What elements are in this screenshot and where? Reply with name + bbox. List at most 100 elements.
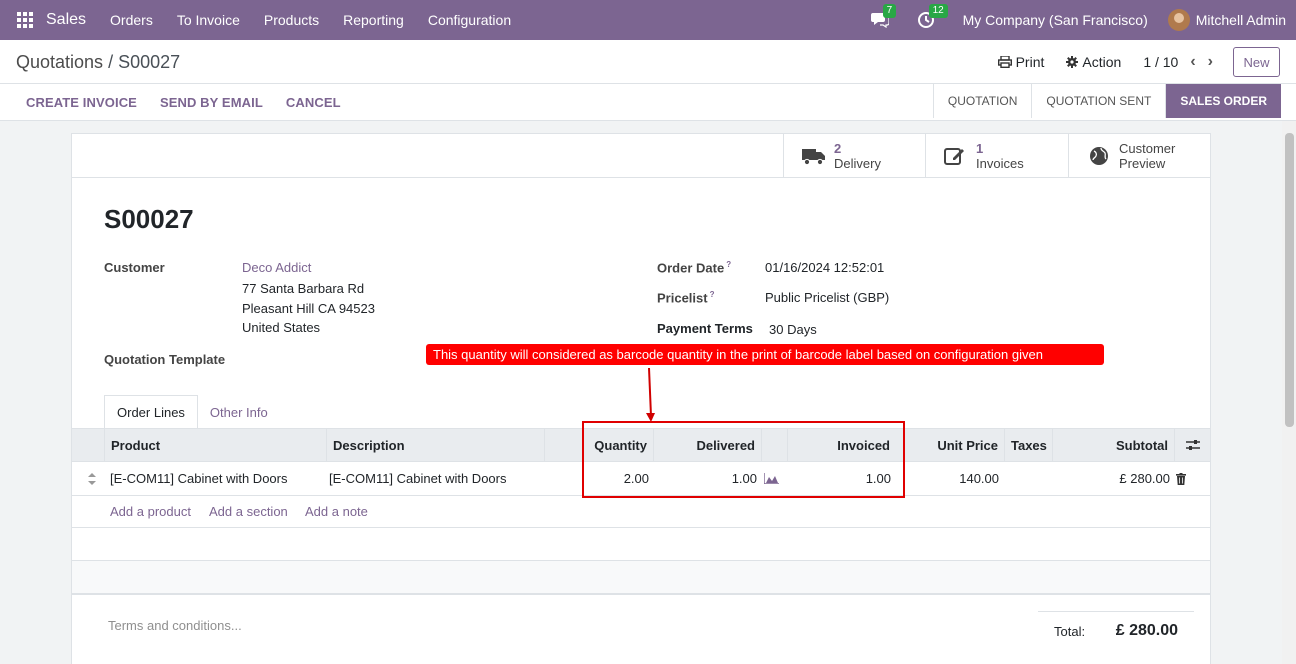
pager-previous-icon[interactable]: ‹ bbox=[1190, 53, 1195, 71]
customer-address-line3: United States bbox=[242, 320, 321, 335]
invoices-label: Invoices bbox=[976, 156, 1024, 171]
add-product-link[interactable]: Add a product bbox=[110, 504, 191, 519]
pager-value[interactable]: 1 / 10 bbox=[1143, 54, 1178, 70]
action-button[interactable]: Action bbox=[1066, 54, 1121, 70]
stage-sales-order[interactable]: SALES ORDER bbox=[1165, 84, 1281, 118]
col-subtotal[interactable]: Subtotal bbox=[1052, 429, 1174, 461]
customer-link[interactable]: Deco Addict bbox=[242, 260, 311, 275]
column-settings-icon[interactable] bbox=[1174, 429, 1210, 461]
preview-line1: Customer bbox=[1119, 141, 1176, 156]
pager-next-icon[interactable]: › bbox=[1208, 53, 1213, 71]
delivery-label: Delivery bbox=[834, 156, 881, 171]
breadcrumb-separator: / bbox=[103, 52, 119, 72]
control-panel: Quotations / S00027 Print Action 1 / 10 … bbox=[0, 40, 1296, 84]
order-footer: Terms and conditions... Total: £ 280.00 bbox=[72, 594, 1210, 664]
col-unit-price[interactable]: Unit Price bbox=[896, 429, 1004, 461]
col-product[interactable]: Product bbox=[104, 429, 326, 461]
print-label: Print bbox=[1015, 54, 1045, 70]
row-subtotal: £ 280.00 bbox=[1119, 471, 1170, 486]
add-note-link[interactable]: Add a note bbox=[305, 504, 368, 519]
add-line-row: Add a product Add a section Add a note bbox=[72, 496, 1210, 528]
page-scrollbar[interactable] bbox=[1282, 121, 1296, 664]
customer-label: Customer bbox=[104, 260, 165, 275]
breadcrumb-quotations[interactable]: Quotations bbox=[16, 52, 103, 72]
menu-products[interactable]: Products bbox=[264, 12, 319, 28]
row-unit-price[interactable]: 140.00 bbox=[896, 462, 999, 495]
customer-preview-smart-button[interactable]: Customer Preview bbox=[1068, 134, 1210, 178]
breadcrumb: Quotations / S00027 bbox=[16, 52, 180, 73]
header-buttons: CREATE INVOICE SEND BY EMAIL CANCEL bbox=[26, 95, 364, 110]
globe-icon bbox=[1090, 147, 1108, 165]
menu-orders[interactable]: Orders bbox=[110, 12, 153, 28]
quantity-highlight-box bbox=[582, 421, 905, 498]
row-drag-handle-icon[interactable] bbox=[88, 462, 102, 495]
chat-icon[interactable]: 7 bbox=[870, 4, 897, 30]
activity-badge: 12 bbox=[928, 4, 948, 18]
row-description[interactable]: [E-COM11] Cabinet with Doors bbox=[329, 462, 507, 495]
company-switcher[interactable]: My Company (San Francisco) bbox=[963, 12, 1148, 28]
invoices-count: 1 bbox=[976, 141, 984, 156]
new-button[interactable]: New bbox=[1233, 47, 1280, 77]
annotation-callout: This quantity will considered as barcode… bbox=[426, 344, 1104, 365]
truck-icon bbox=[802, 149, 825, 166]
pricelist-label: Pricelist? bbox=[657, 290, 715, 306]
pricelist-value[interactable]: Public Pricelist (GBP) bbox=[765, 290, 889, 305]
delivery-count: 2 bbox=[834, 141, 842, 156]
annotation-arrow-icon bbox=[646, 367, 655, 422]
stage-quotation[interactable]: QUOTATION bbox=[932, 84, 1032, 118]
invoices-smart-button[interactable]: 1 Invoices bbox=[925, 134, 1068, 178]
systray: 7 12 My Company (San Francisco) Mitchell… bbox=[870, 0, 1296, 40]
user-menu[interactable]: Mitchell Admin bbox=[1196, 12, 1286, 28]
chat-badge: 7 bbox=[882, 4, 897, 18]
record-title: S00027 bbox=[104, 204, 194, 234]
quotation-template-label: Quotation Template bbox=[104, 352, 226, 367]
payment-terms-label: Payment Terms bbox=[657, 321, 753, 336]
empty-row bbox=[72, 528, 1210, 561]
apps-grid-icon[interactable] bbox=[17, 12, 33, 28]
create-invoice-button[interactable]: CREATE INVOICE bbox=[26, 95, 137, 110]
row-product[interactable]: [E-COM11] Cabinet with Doors bbox=[110, 462, 288, 495]
total-value: £ 280.00 bbox=[1115, 622, 1178, 639]
payment-terms-value[interactable]: 30 Days bbox=[769, 322, 817, 337]
print-button[interactable]: Print bbox=[997, 54, 1045, 70]
col-spacer bbox=[544, 429, 584, 461]
delivery-smart-button[interactable]: 2 Delivery bbox=[783, 134, 925, 178]
menu-configuration[interactable]: Configuration bbox=[428, 12, 511, 28]
edit-invoice-icon bbox=[944, 148, 964, 165]
control-actions: Print Action 1 / 10 ‹ › New bbox=[997, 47, 1280, 77]
breadcrumb-current: S00027 bbox=[118, 52, 181, 72]
order-date-value[interactable]: 01/16/2024 12:52:01 bbox=[765, 260, 884, 275]
preview-line2: Preview bbox=[1119, 156, 1166, 171]
order-date-help-icon[interactable]: ? bbox=[726, 260, 731, 269]
stage-quotation-sent[interactable]: QUOTATION SENT bbox=[1031, 84, 1165, 118]
tab-other-info[interactable]: Other Info bbox=[198, 395, 280, 429]
action-label: Action bbox=[1082, 54, 1122, 70]
add-section-link[interactable]: Add a section bbox=[209, 504, 288, 519]
send-by-email-button[interactable]: SEND BY EMAIL bbox=[160, 95, 263, 110]
app-brand[interactable]: Sales bbox=[46, 11, 86, 29]
top-navbar: Sales Orders To Invoice Products Reporti… bbox=[0, 0, 1296, 40]
tab-order-lines[interactable]: Order Lines bbox=[104, 395, 198, 429]
total-summary: Total: £ 280.00 bbox=[1038, 611, 1194, 639]
customer-address-line1: 77 Santa Barbara Rd bbox=[242, 281, 365, 296]
trash-icon[interactable] bbox=[1176, 462, 1190, 495]
form-statusbar: CREATE INVOICE SEND BY EMAIL CANCEL QUOT… bbox=[0, 84, 1296, 121]
activity-clock-icon[interactable]: 12 bbox=[917, 4, 948, 30]
menu-reporting[interactable]: Reporting bbox=[343, 12, 404, 28]
pricelist-help-icon[interactable]: ? bbox=[710, 290, 715, 299]
user-avatar[interactable] bbox=[1167, 9, 1190, 31]
menu-to-invoice[interactable]: To Invoice bbox=[177, 12, 240, 28]
empty-row bbox=[72, 561, 1210, 594]
notebook-tabs: Order Lines Other Info bbox=[104, 395, 280, 429]
customer-address-line2: Pleasant Hill CA 94523 bbox=[242, 301, 375, 316]
main-menu: Orders To Invoice Products Reporting Con… bbox=[110, 12, 535, 28]
terms-and-conditions-field[interactable]: Terms and conditions... bbox=[108, 618, 242, 633]
cancel-button[interactable]: CANCEL bbox=[286, 95, 341, 110]
status-stages: QUOTATION QUOTATION SENT SALES ORDER bbox=[932, 84, 1281, 118]
gear-icon bbox=[1066, 56, 1079, 68]
smart-button-box: 2 Delivery 1 Invoices Customer Preview bbox=[72, 134, 1210, 178]
printer-icon bbox=[997, 56, 1012, 68]
col-taxes[interactable]: Taxes bbox=[1004, 429, 1052, 461]
col-description[interactable]: Description bbox=[326, 429, 544, 461]
scrollbar-thumb[interactable] bbox=[1285, 133, 1294, 427]
